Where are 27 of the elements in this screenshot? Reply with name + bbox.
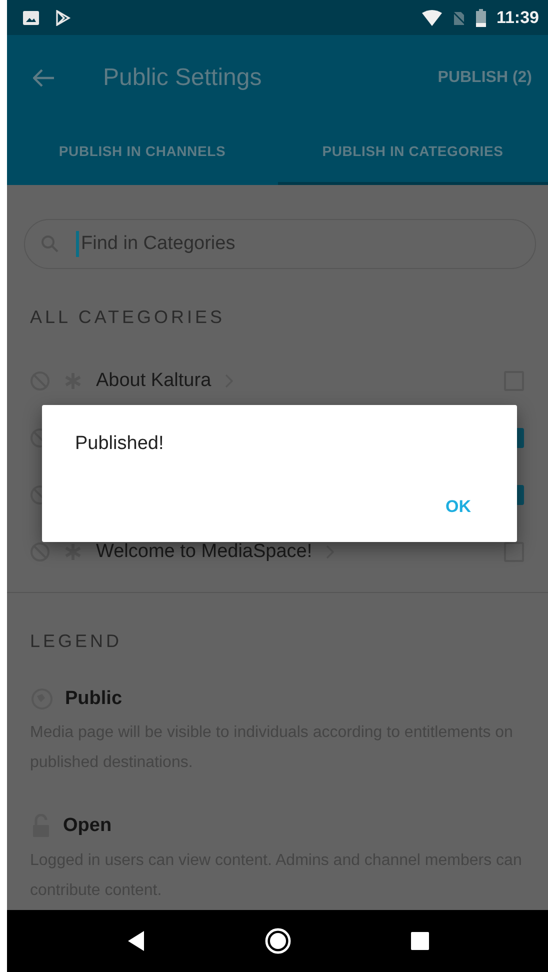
no-sim-icon	[452, 10, 466, 26]
back-icon[interactable]	[126, 930, 146, 952]
wifi-icon	[422, 10, 442, 26]
blocked-icon	[30, 428, 42, 448]
clock-time: 11:39	[496, 8, 539, 28]
chevron-right-icon[interactable]	[326, 544, 334, 558]
blocked-icon	[30, 542, 50, 562]
legend-title: Public	[65, 688, 122, 710]
image-icon	[23, 10, 39, 24]
category-name[interactable]: Welcome to MediaSpace!	[96, 540, 312, 562]
tab[interactable]: PUBLISH IN CHANNELS	[7, 120, 278, 185]
asterisk-icon	[64, 542, 82, 560]
recents-icon[interactable]	[410, 932, 429, 950]
ok-button[interactable]: OK	[428, 493, 489, 521]
dialog-message: Published!	[75, 433, 165, 455]
legend-title: Open	[63, 815, 112, 837]
play-store-icon	[55, 10, 71, 26]
home-icon[interactable]	[264, 927, 292, 955]
section-heading: ALL CATEGORIES	[30, 307, 226, 328]
category-name[interactable]: About Kaltura	[96, 370, 212, 392]
battery-icon	[476, 8, 486, 26]
publish-button[interactable]: PUBLISH (2)	[438, 62, 532, 92]
blocked-icon	[30, 484, 42, 504]
back-arrow-icon[interactable]	[33, 68, 55, 86]
screen-title: Public Settings	[103, 64, 262, 92]
section-heading: LEGEND	[30, 631, 124, 652]
tab[interactable]: PUBLISH IN CATEGORIES	[278, 120, 548, 185]
